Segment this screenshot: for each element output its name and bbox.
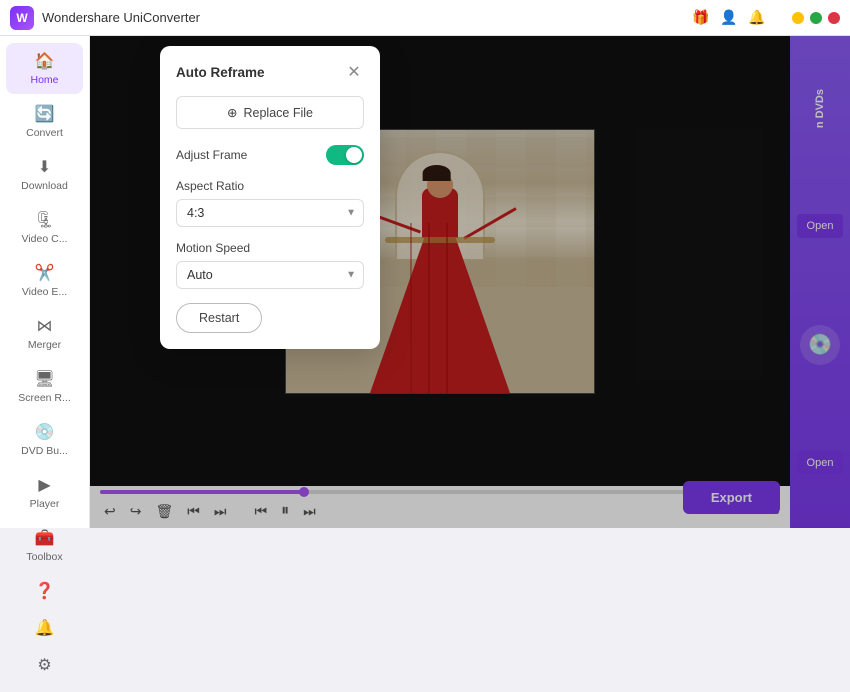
sidebar-label-download: Download xyxy=(21,180,68,192)
sidebar-label-player: Player xyxy=(30,498,60,510)
adjust-frame-row: Adjust Frame xyxy=(176,145,364,165)
screen-rec-icon: 🖥 xyxy=(35,369,55,389)
sidebar-label-video-edit: Video E... xyxy=(22,286,67,298)
minimize-button[interactable] xyxy=(792,12,804,24)
compress-icon: 🗜 xyxy=(35,210,55,230)
sidebar-label-toolbox: Toolbox xyxy=(26,551,62,563)
sidebar-item-player[interactable]: ▶ Player xyxy=(6,467,83,518)
dvd-icon: 💿 xyxy=(35,422,55,442)
sidebar-item-merger[interactable]: ⋈ Merger xyxy=(6,308,83,359)
sidebar-item-screen-rec[interactable]: 🖥 Screen R... xyxy=(6,361,83,412)
aspect-ratio-label: Aspect Ratio xyxy=(176,179,244,193)
bell-icon[interactable]: 🔔 xyxy=(746,7,768,29)
sidebar-item-convert[interactable]: 🔄 Convert xyxy=(6,96,83,147)
edit-icon: ✂️ xyxy=(35,263,55,283)
modal-header: Auto Reframe ✕ xyxy=(176,62,364,82)
modal-title: Auto Reframe xyxy=(176,65,265,80)
motion-speed-label-container: Motion Speed xyxy=(176,241,364,255)
toggle-thumb xyxy=(346,147,362,163)
title-bar-controls: 🎁 👤 🔔 xyxy=(690,7,840,29)
modal-close-button[interactable]: ✕ xyxy=(344,62,364,82)
convert-icon: 🔄 xyxy=(35,104,55,124)
auto-reframe-panel: Auto Reframe ✕ ⊕ Replace File Adjust Fra… xyxy=(160,46,380,349)
user-icon[interactable]: 👤 xyxy=(718,7,740,29)
adjust-frame-toggle[interactable] xyxy=(326,145,364,165)
sidebar-item-settings[interactable]: ⚙ xyxy=(6,647,83,683)
maximize-button[interactable] xyxy=(810,12,822,24)
sidebar-item-home[interactable]: 🏠 Home xyxy=(6,43,83,94)
aspect-ratio-label-container: Aspect Ratio xyxy=(176,179,364,193)
modal-overlay: Auto Reframe ✕ ⊕ Replace File Adjust Fra… xyxy=(90,36,850,528)
aspect-ratio-row: Aspect Ratio 4:3 1:1 16:9 9:16 21:9 ▼ xyxy=(176,179,364,227)
app-title: Wondershare UniConverter xyxy=(42,10,690,25)
title-bar: W Wondershare UniConverter 🎁 👤 🔔 xyxy=(0,0,850,36)
motion-speed-label: Motion Speed xyxy=(176,241,250,255)
close-window-button[interactable] xyxy=(828,12,840,24)
toolbox-icon: 🧰 xyxy=(35,528,55,548)
help-icon: ❓ xyxy=(35,581,55,601)
sidebar-label-dvd: DVD Bu... xyxy=(21,445,68,457)
adjust-frame-label: Adjust Frame xyxy=(176,148,247,162)
motion-speed-select-wrapper: Auto Slow Normal Fast ▼ xyxy=(176,261,364,289)
sidebar-label-convert: Convert xyxy=(26,127,63,139)
merger-icon: ⋈ xyxy=(35,316,55,336)
gift-icon[interactable]: 🎁 xyxy=(690,7,712,29)
sidebar-label-home: Home xyxy=(30,74,58,86)
home-icon: 🏠 xyxy=(35,51,55,71)
motion-speed-row: Motion Speed Auto Slow Normal Fast ▼ xyxy=(176,241,364,289)
notifications-icon: 🔔 xyxy=(35,618,55,638)
sidebar-item-notifications[interactable]: 🔔 xyxy=(6,610,83,646)
sidebar-label-screen-rec: Screen R... xyxy=(18,392,71,404)
sidebar: 🏠 Home 🔄 Convert ⬇ Download 🗜 Video C...… xyxy=(0,36,90,528)
player-icon: ▶ xyxy=(35,475,55,495)
window-buttons xyxy=(792,12,840,24)
sidebar-item-video-compress[interactable]: 🗜 Video C... xyxy=(6,202,83,253)
motion-speed-select[interactable]: Auto Slow Normal Fast xyxy=(176,261,364,289)
settings-icon: ⚙ xyxy=(35,655,55,675)
sidebar-item-help[interactable]: ❓ xyxy=(6,573,83,609)
app-logo: W xyxy=(10,6,34,30)
sidebar-item-dvd[interactable]: 💿 DVD Bu... xyxy=(6,414,83,465)
replace-file-label: Replace File xyxy=(244,106,313,120)
main-content: ↩ ↪ 🗑 ⏮ ⏭ ⏮ ⏸ ⏭ 00:03/00:28 Auto Reframe xyxy=(90,36,850,528)
adjust-frame-label-row: Adjust Frame xyxy=(176,145,364,165)
app-body: 🏠 Home 🔄 Convert ⬇ Download 🗜 Video C...… xyxy=(0,36,850,528)
sidebar-item-download[interactable]: ⬇ Download xyxy=(6,149,83,200)
restart-button[interactable]: Restart xyxy=(176,303,262,333)
replace-file-button[interactable]: ⊕ Replace File xyxy=(176,96,364,129)
aspect-ratio-select-wrapper: 4:3 1:1 16:9 9:16 21:9 ▼ xyxy=(176,199,364,227)
download-icon: ⬇ xyxy=(35,157,55,177)
replace-file-icon: ⊕ xyxy=(227,105,237,120)
sidebar-label-video-compress: Video C... xyxy=(22,233,68,245)
sidebar-label-merger: Merger xyxy=(28,339,61,351)
sidebar-bottom: ❓ 🔔 ⚙ xyxy=(0,572,89,692)
aspect-ratio-select[interactable]: 4:3 1:1 16:9 9:16 21:9 xyxy=(176,199,364,227)
sidebar-item-video-edit[interactable]: ✂️ Video E... xyxy=(6,255,83,306)
